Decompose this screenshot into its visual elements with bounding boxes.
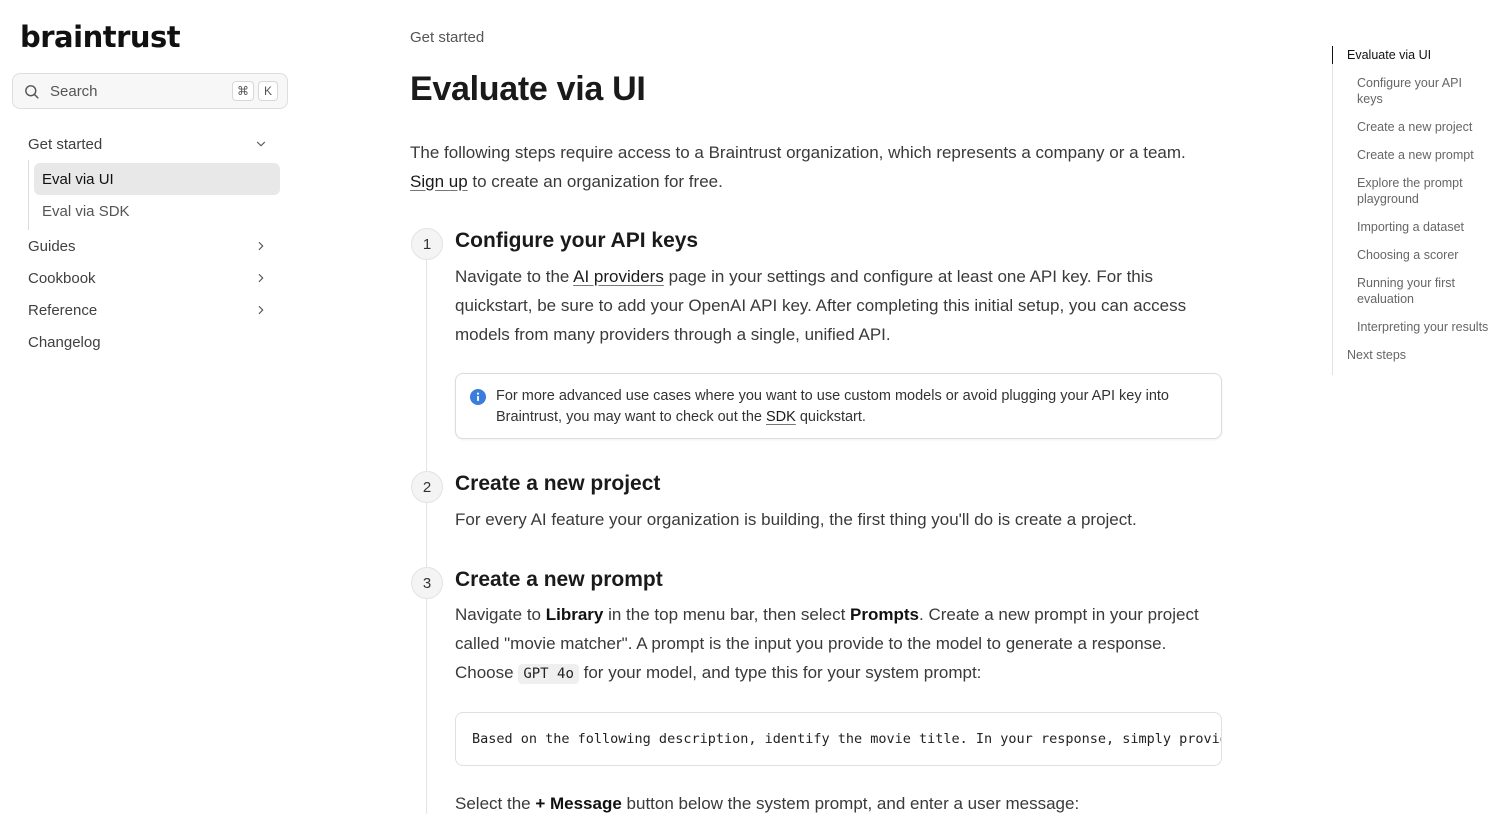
toc-item-configure-api-keys[interactable]: Configure your API keys: [1333, 75, 1489, 107]
sidebar-item-label: Reference: [28, 301, 98, 319]
chevron-right-icon: [258, 273, 264, 283]
toc-item-create-project[interactable]: Create a new project: [1333, 119, 1489, 135]
search-placeholder: Search: [50, 82, 98, 100]
sidebar-item-changelog[interactable]: Changelog: [16, 326, 280, 358]
sidebar-item-reference[interactable]: Reference: [16, 294, 280, 326]
step-number: 2: [411, 471, 443, 503]
toc-item-importing-dataset[interactable]: Importing a dataset: [1333, 219, 1489, 235]
add-message-label: + Message: [535, 794, 622, 813]
chevron-right-icon: [258, 305, 264, 315]
search-icon: [25, 84, 39, 99]
info-callout: For more advanced use cases where you wa…: [455, 373, 1222, 439]
prompts-label: Prompts: [850, 605, 920, 624]
step-title: Create a new prompt: [455, 568, 663, 591]
sidebar-item-label: Get started: [28, 135, 103, 153]
model-code: GPT 4o: [518, 663, 579, 684]
step-body: Navigate to Library in the top menu bar,…: [455, 601, 1220, 688]
step-body: Navigate to the AI providers page in you…: [455, 263, 1220, 349]
step-text: Select the: [455, 794, 536, 813]
sidebar-item-label: Guides: [28, 237, 76, 255]
sidebar: braintrust Search ⌘ K Get started Eval v…: [0, 0, 300, 814]
system-prompt-code-block[interactable]: Based on the following description, iden…: [455, 712, 1222, 766]
step-number: 3: [411, 567, 443, 599]
step-text: button below the system prompt, and ente…: [621, 794, 1080, 813]
intro-text: The following steps require access to a …: [410, 143, 1186, 162]
page-title: Evaluate via UI: [410, 70, 646, 108]
toc-item-evaluate-via-ui[interactable]: Evaluate via UI: [1332, 46, 1489, 64]
sidebar-item-cookbook[interactable]: Cookbook: [16, 262, 280, 294]
brand-logo[interactable]: braintrust: [20, 20, 181, 54]
steps-rail: [426, 244, 427, 814]
sidebar-subnav-get-started: Eval via UI Eval via SDK: [28, 160, 280, 230]
step-text: Navigate to: [455, 605, 546, 624]
callout-text-post: quickstart.: [795, 408, 866, 425]
info-icon: [470, 389, 486, 405]
toc-item-choosing-scorer[interactable]: Choosing a scorer: [1333, 247, 1489, 263]
step-text: for your model, and type this for your s…: [578, 662, 982, 682]
sidebar-item-eval-via-ui[interactable]: Eval via UI: [34, 163, 280, 195]
sign-up-link[interactable]: Sign up: [410, 172, 468, 191]
step-text: in the top menu bar, then select: [603, 605, 851, 624]
breadcrumb[interactable]: Get started: [410, 29, 484, 46]
sidebar-item-label: Changelog: [28, 333, 101, 351]
callout-text: For more advanced use cases where you wa…: [496, 386, 1206, 427]
main-content: Get started Evaluate via UI The followin…: [410, 0, 1230, 814]
table-of-contents: Evaluate via UI Configure your API keys …: [1332, 46, 1492, 375]
docs-page: braintrust Search ⌘ K Get started Eval v…: [0, 0, 1512, 814]
step-body-continued: Select the + Message button below the sy…: [455, 790, 1220, 814]
sidebar-item-label: Cookbook: [28, 269, 96, 287]
toc-item-explore-playground[interactable]: Explore the prompt playground: [1333, 175, 1489, 207]
library-label: Library: [545, 605, 604, 624]
step-text: Navigate to the: [455, 267, 574, 286]
chevron-right-icon: [258, 241, 264, 251]
code-content: Based on the following description, iden…: [472, 731, 1221, 747]
shortcut-k-key: K: [258, 81, 278, 101]
intro-after: to create an organization for free.: [467, 171, 723, 191]
toc-item-running-evaluation[interactable]: Running your first evaluation: [1333, 275, 1489, 307]
toc-item-next-steps[interactable]: Next steps: [1333, 347, 1489, 363]
toc-item-interpreting-results[interactable]: Interpreting your results: [1333, 319, 1489, 335]
toc-item-create-prompt[interactable]: Create a new prompt: [1333, 147, 1489, 163]
step-number: 1: [411, 228, 443, 260]
search-input[interactable]: Search ⌘ K: [12, 73, 288, 109]
sidebar-nav: Get started Eval via UI Eval via SDK Gui…: [16, 128, 280, 358]
shortcut-mod-key: ⌘: [232, 81, 254, 101]
intro-paragraph: The following steps require access to a …: [410, 139, 1220, 196]
sdk-link[interactable]: SDK: [766, 409, 796, 425]
sidebar-item-guides[interactable]: Guides: [16, 230, 280, 262]
chevron-down-icon: [256, 141, 266, 147]
step-title: Configure your API keys: [455, 229, 699, 252]
ai-providers-link[interactable]: AI providers: [573, 267, 664, 286]
step-title: Create a new project: [455, 472, 661, 495]
step-body: For every AI feature your organization i…: [455, 510, 1137, 529]
sidebar-item-eval-via-sdk[interactable]: Eval via SDK: [34, 195, 280, 227]
sidebar-item-get-started[interactable]: Get started: [16, 128, 280, 160]
